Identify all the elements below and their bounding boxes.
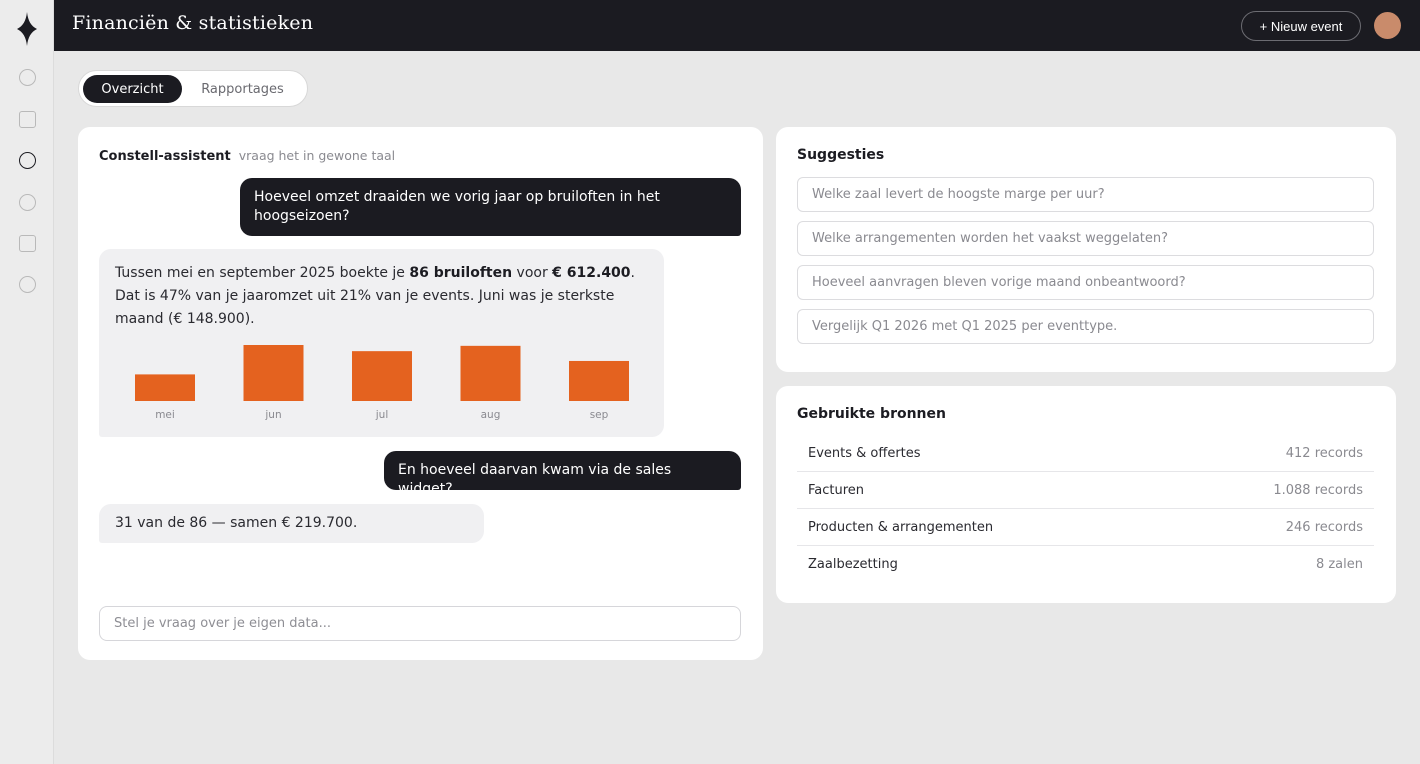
user-message: En hoeveel daarvan kwam via de sales wid… xyxy=(384,451,741,497)
source-count: 1.088 records xyxy=(1273,482,1363,498)
answer-highlight-count: 86 bruiloften xyxy=(409,265,513,281)
source-row: Events & offertes 412 records xyxy=(797,435,1374,472)
nav-circle-icon[interactable] xyxy=(19,276,36,293)
sources-card: Gebruikte bronnen Events & offertes 412 … xyxy=(776,386,1396,603)
source-name: Facturen xyxy=(808,482,865,498)
chart-bar-aug xyxy=(460,345,521,401)
suggestion-item[interactable]: Welke arrangementen worden het vaakst we… xyxy=(797,221,1374,256)
chart-tick-label: jul xyxy=(375,409,389,421)
user-message: Hoeveel omzet draaiden we vorig jaar op … xyxy=(240,178,741,236)
monthly-revenue-chart: mei jun jul aug sep xyxy=(135,345,629,421)
assistant-message: Tussen mei en september 2025 boekte je 8… xyxy=(99,249,664,437)
assistant-title: Constell-assistent xyxy=(99,149,231,164)
sources-title: Gebruikte bronnen xyxy=(797,406,946,422)
assistant-message-text: Tussen mei en september 2025 boekte je 8… xyxy=(115,262,648,331)
nav-square-icon[interactable] xyxy=(19,111,36,128)
assistant-card: Constell-assistent vraag het in gewone ta… xyxy=(78,127,763,660)
source-row: Facturen 1.088 records xyxy=(797,472,1374,509)
suggestion-item[interactable]: Hoeveel aanvragen bleven vorige maand on… xyxy=(797,265,1374,300)
answer-highlight-amount: € 612.400 xyxy=(552,265,631,281)
side-rail xyxy=(0,0,54,764)
nav-circle-icon-active[interactable] xyxy=(19,152,36,169)
nav-square-icon[interactable] xyxy=(19,235,36,252)
top-bar: Financiën & statistieken + Nieuw event xyxy=(54,0,1420,51)
suggestions-title: Suggesties xyxy=(797,147,885,163)
source-count: 412 records xyxy=(1285,445,1363,461)
suggestion-item[interactable]: Vergelijk Q1 2026 met Q1 2025 per eventt… xyxy=(797,309,1374,344)
assistant-header: Constell-assistent vraag het in gewone ta… xyxy=(99,148,395,164)
chart-bar-jul xyxy=(352,351,412,401)
assistant-message: 31 van de 86 — samen € 219.700. xyxy=(99,504,484,543)
chart-tick-label: sep xyxy=(590,409,609,421)
logo-icon[interactable] xyxy=(17,12,37,46)
chart-bar-sep xyxy=(569,360,629,401)
chat-input[interactable] xyxy=(99,606,741,641)
suggestion-item[interactable]: Welke zaal levert de hoogste marge per u… xyxy=(797,177,1374,212)
chart-bar-mei xyxy=(135,374,195,401)
assistant-subtitle: vraag het in gewone taal xyxy=(238,148,396,163)
nav-circle-icon[interactable] xyxy=(19,69,36,86)
page-title: Financiën & statistieken xyxy=(72,12,314,34)
chart-bar-jun xyxy=(243,345,304,401)
answer-text: voor xyxy=(512,265,553,281)
source-name: Events & offertes xyxy=(808,445,921,461)
answer-text: Tussen mei en september 2025 boekte je xyxy=(115,265,410,281)
chart-tick-label: aug xyxy=(481,409,501,421)
source-name: Zaalbezetting xyxy=(808,557,898,572)
source-count: 8 zalen xyxy=(1315,557,1363,572)
view-tabs: Overzicht Rapportages xyxy=(78,70,308,107)
source-count: 246 records xyxy=(1285,519,1363,535)
source-row: Producten & arrangementen 246 records xyxy=(797,509,1374,546)
source-row: Zaalbezetting 8 zalen xyxy=(797,546,1374,583)
suggestions-card: Suggesties Welke zaal levert de hoogste … xyxy=(776,127,1396,372)
avatar[interactable] xyxy=(1374,12,1401,39)
tab-rapportages[interactable]: Rapportages xyxy=(185,75,300,103)
chart-tick-label: mei xyxy=(155,409,175,421)
chart-tick-label: jun xyxy=(264,409,281,421)
source-name: Producten & arrangementen xyxy=(808,519,994,535)
nav-circle-icon[interactable] xyxy=(19,194,36,211)
new-event-button[interactable]: + Nieuw event xyxy=(1241,11,1361,41)
tab-overzicht[interactable]: Overzicht xyxy=(83,75,182,103)
